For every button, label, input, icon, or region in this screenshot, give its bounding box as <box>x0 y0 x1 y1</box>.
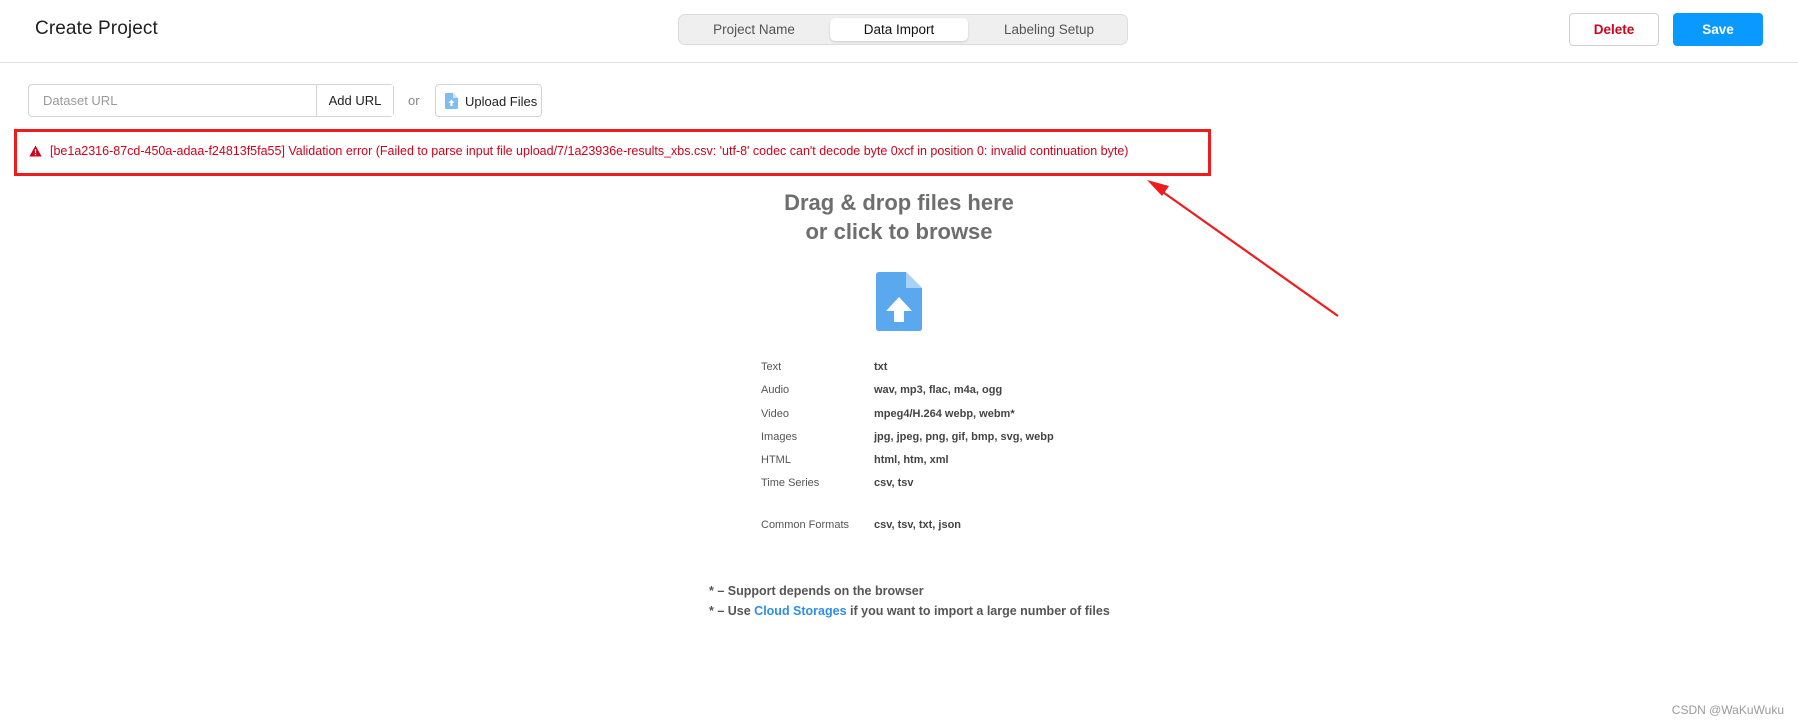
format-name: Text <box>761 361 782 373</box>
format-extensions: mpeg4/H.264 webp, webm* <box>874 407 1015 420</box>
note-cloud-storage: * – Use Cloud Storages if you want to im… <box>709 604 1110 624</box>
format-extensions: csv, tsv <box>874 477 914 490</box>
footnotes: * – Support depends on the browser * – U… <box>709 584 1110 624</box>
dropzone-title-line2: or click to browse <box>805 219 993 244</box>
format-extensions: csv, tsv, txt, json <box>874 518 962 531</box>
page: Create Project Project Name Data Import … <box>0 0 1798 727</box>
format-name: Images <box>761 430 798 443</box>
dropzone-title[interactable]: Drag & drop files here or click to brows… <box>699 188 1099 246</box>
file-upload-icon[interactable] <box>876 272 922 336</box>
note-browser-support: * – Support depends on the browser <box>709 584 924 598</box>
format-name: HTML <box>761 454 791 467</box>
format-name: Audio <box>761 384 790 397</box>
cloud-storages-link[interactable]: Cloud Storages <box>754 604 846 618</box>
format-name: Common Formats <box>761 518 850 531</box>
format-name: Time Series <box>761 477 820 490</box>
note-prefix: * – Use <box>709 604 755 618</box>
format-extensions: jpg, jpeg, png, gif, bmp, svg, webp <box>874 430 1054 443</box>
format-extensions: txt <box>874 361 888 373</box>
format-extensions: wav, mp3, flac, m4a, ogg <box>874 384 1003 397</box>
dropzone-title-line1: Drag & drop files here <box>784 190 1014 215</box>
watermark: CSDN @WaKuWuku <box>1671 703 1784 717</box>
note-suffix: if you want to import a large number of … <box>846 604 1110 618</box>
format-extensions: html, htm, xml <box>874 454 949 467</box>
format-name: Video <box>761 407 789 420</box>
